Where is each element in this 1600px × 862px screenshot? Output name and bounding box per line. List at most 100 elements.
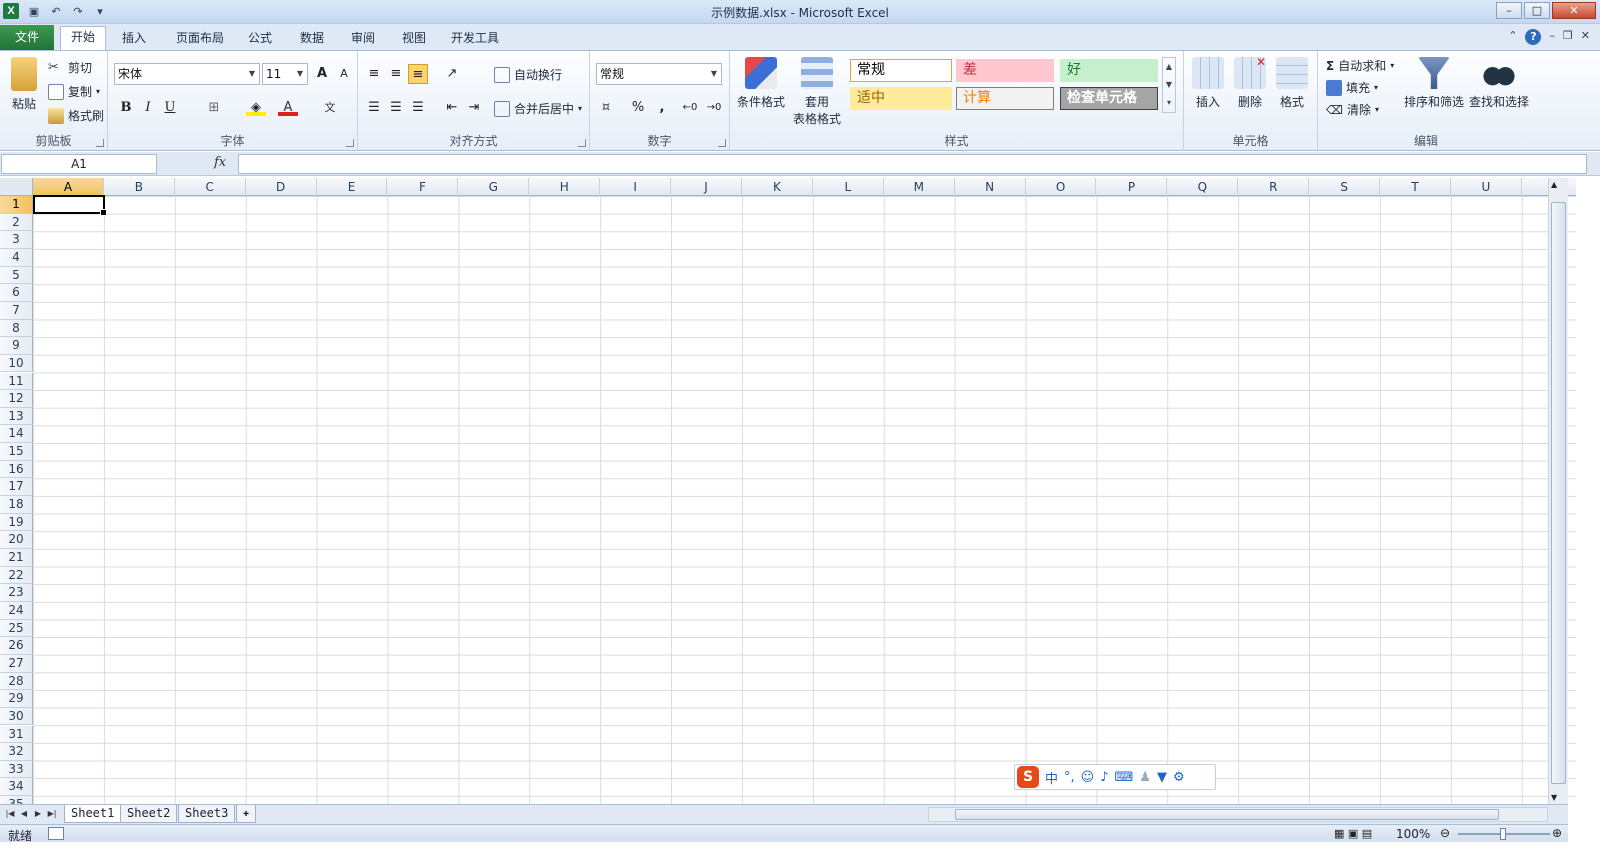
doc-minimize-icon[interactable]: –: [1549, 29, 1555, 45]
emoji-icon[interactable]: ☺: [1081, 770, 1095, 785]
column-header-f[interactable]: F: [388, 178, 459, 196]
column-header-h[interactable]: H: [529, 178, 601, 196]
row-header-13[interactable]: 13: [0, 407, 33, 426]
fill-button[interactable]: 填充 ▾: [1326, 79, 1378, 96]
select-all-corner[interactable]: [0, 178, 33, 196]
align-top-icon[interactable]: ≡: [364, 64, 384, 84]
sort-filter-button[interactable]: 排序和筛选: [1402, 57, 1466, 110]
clear-button[interactable]: ⌫ 清除 ▾: [1326, 101, 1379, 118]
horizontal-scroll-thumb[interactable]: [955, 809, 1499, 820]
align-center-icon[interactable]: ☰: [386, 98, 406, 118]
row-header-8[interactable]: 8: [0, 319, 33, 338]
column-header-k[interactable]: K: [742, 178, 813, 196]
style-bad[interactable]: 差: [956, 59, 1054, 82]
row-header-4[interactable]: 4: [0, 248, 33, 267]
scroll-up-icon[interactable]: ▲: [1551, 180, 1557, 189]
keyboard-icon[interactable]: ⌨: [1115, 770, 1134, 785]
style-check-cell[interactable]: 检查单元格: [1060, 87, 1158, 110]
row-header-15[interactable]: 15: [0, 443, 33, 461]
row-header-11[interactable]: 11: [0, 372, 33, 391]
tab-data[interactable]: 数据: [292, 28, 332, 50]
tab-home[interactable]: 开始: [60, 26, 106, 50]
find-select-button[interactable]: 查找和选择: [1468, 57, 1530, 110]
row-header-18[interactable]: 18: [0, 496, 33, 514]
column-header-q[interactable]: Q: [1167, 178, 1239, 196]
format-painter-button[interactable]: 格式刷: [48, 107, 104, 124]
macro-record-icon[interactable]: [48, 827, 64, 840]
column-header-l[interactable]: L: [813, 178, 884, 196]
wrap-text-button[interactable]: 自动换行: [494, 66, 562, 83]
column-header-s[interactable]: S: [1309, 178, 1381, 196]
next-sheet-icon[interactable]: ▶: [32, 807, 44, 821]
ime-mode-toggle[interactable]: 中: [1045, 768, 1058, 787]
zoom-slider-thumb[interactable]: [1500, 828, 1506, 840]
scroll-down-icon[interactable]: ▼: [1551, 793, 1557, 802]
active-cell[interactable]: [33, 195, 107, 216]
view-buttons[interactable]: ▦ ▣ ▤: [1334, 827, 1372, 840]
comma-button[interactable]: ,: [652, 98, 672, 118]
paste-button[interactable]: 粘贴: [6, 57, 42, 112]
row-header-6[interactable]: 6: [0, 284, 33, 302]
font-name-select[interactable]: 宋体 ▼: [114, 63, 260, 85]
row-header-33[interactable]: 33: [0, 760, 33, 779]
shrink-font-button[interactable]: A: [334, 64, 354, 84]
column-header-a[interactable]: A: [33, 178, 104, 196]
column-header-e[interactable]: E: [317, 178, 388, 196]
horizontal-scrollbar[interactable]: [928, 807, 1548, 822]
currency-icon[interactable]: ¤: [596, 98, 616, 118]
first-sheet-icon[interactable]: |◀: [4, 807, 16, 821]
insert-function-icon[interactable]: fx: [214, 155, 226, 170]
row-header-27[interactable]: 27: [0, 654, 33, 673]
new-sheet-icon[interactable]: ✚: [236, 805, 257, 823]
copy-button[interactable]: 复制 ▾: [48, 83, 100, 100]
doc-restore-icon[interactable]: ❐: [1563, 29, 1573, 45]
name-box[interactable]: A1: [1, 154, 157, 174]
row-header-26[interactable]: 26: [0, 637, 33, 655]
border-icon[interactable]: ⊞: [204, 98, 224, 118]
row-header-32[interactable]: 32: [0, 743, 33, 761]
vertical-scrollbar[interactable]: ▲ ▼: [1548, 178, 1568, 804]
row-header-2[interactable]: 2: [0, 213, 33, 232]
decrease-decimal-icon[interactable]: →0: [704, 98, 724, 118]
percent-button[interactable]: %: [628, 98, 648, 118]
sheet-tab-3[interactable]: Sheet3: [178, 805, 236, 823]
formula-input[interactable]: [238, 154, 1587, 174]
skin-icon[interactable]: ▼: [1157, 770, 1167, 785]
tab-review[interactable]: 审阅: [343, 28, 383, 50]
tab-developer[interactable]: 开发工具: [446, 28, 504, 50]
tab-formulas[interactable]: 公式: [240, 28, 280, 50]
help-icon[interactable]: ?: [1525, 29, 1542, 45]
column-header-b[interactable]: B: [104, 178, 175, 196]
clipboard-launcher-icon[interactable]: [96, 139, 104, 147]
alignment-launcher-icon[interactable]: [578, 139, 586, 147]
align-middle-icon[interactable]: ≡: [386, 64, 406, 84]
number-format-select[interactable]: 常规 ▼: [596, 63, 722, 85]
align-left-icon[interactable]: ☰: [364, 98, 384, 118]
tab-insert[interactable]: 插入: [114, 28, 154, 50]
merge-center-button[interactable]: 合并后居中 ▾: [494, 100, 582, 117]
delete-cells-button[interactable]: ✕ 删除: [1232, 55, 1268, 110]
column-header-g[interactable]: G: [458, 178, 530, 196]
column-header-j[interactable]: J: [671, 178, 742, 196]
autosum-button[interactable]: Σ 自动求和 ▾: [1326, 57, 1394, 74]
row-header-17[interactable]: 17: [0, 478, 33, 497]
row-header-16[interactable]: 16: [0, 460, 33, 479]
row-header-28[interactable]: 28: [0, 672, 33, 691]
row-header-1[interactable]: 1: [0, 196, 33, 214]
style-good[interactable]: 好: [1060, 59, 1158, 82]
minimize-button[interactable]: –: [1496, 2, 1522, 19]
minimize-ribbon-icon[interactable]: ⌃: [1508, 29, 1517, 45]
doc-close-icon[interactable]: ✕: [1581, 29, 1590, 45]
row-header-21[interactable]: 21: [0, 549, 33, 567]
prev-sheet-icon[interactable]: ◀: [18, 807, 30, 821]
row-header-31[interactable]: 31: [0, 725, 33, 744]
row-header-29[interactable]: 29: [0, 690, 33, 708]
maximize-button[interactable]: □: [1524, 2, 1550, 19]
tab-page-layout[interactable]: 页面布局: [170, 28, 230, 50]
align-right-icon[interactable]: ☰: [408, 98, 428, 118]
increase-decimal-icon[interactable]: ←0: [680, 98, 700, 118]
cut-button[interactable]: ✂ 剪切: [48, 59, 92, 76]
style-calculation[interactable]: 计算: [956, 87, 1054, 110]
bold-button[interactable]: B: [116, 98, 136, 118]
sheet-tab-2[interactable]: Sheet2: [120, 805, 178, 823]
